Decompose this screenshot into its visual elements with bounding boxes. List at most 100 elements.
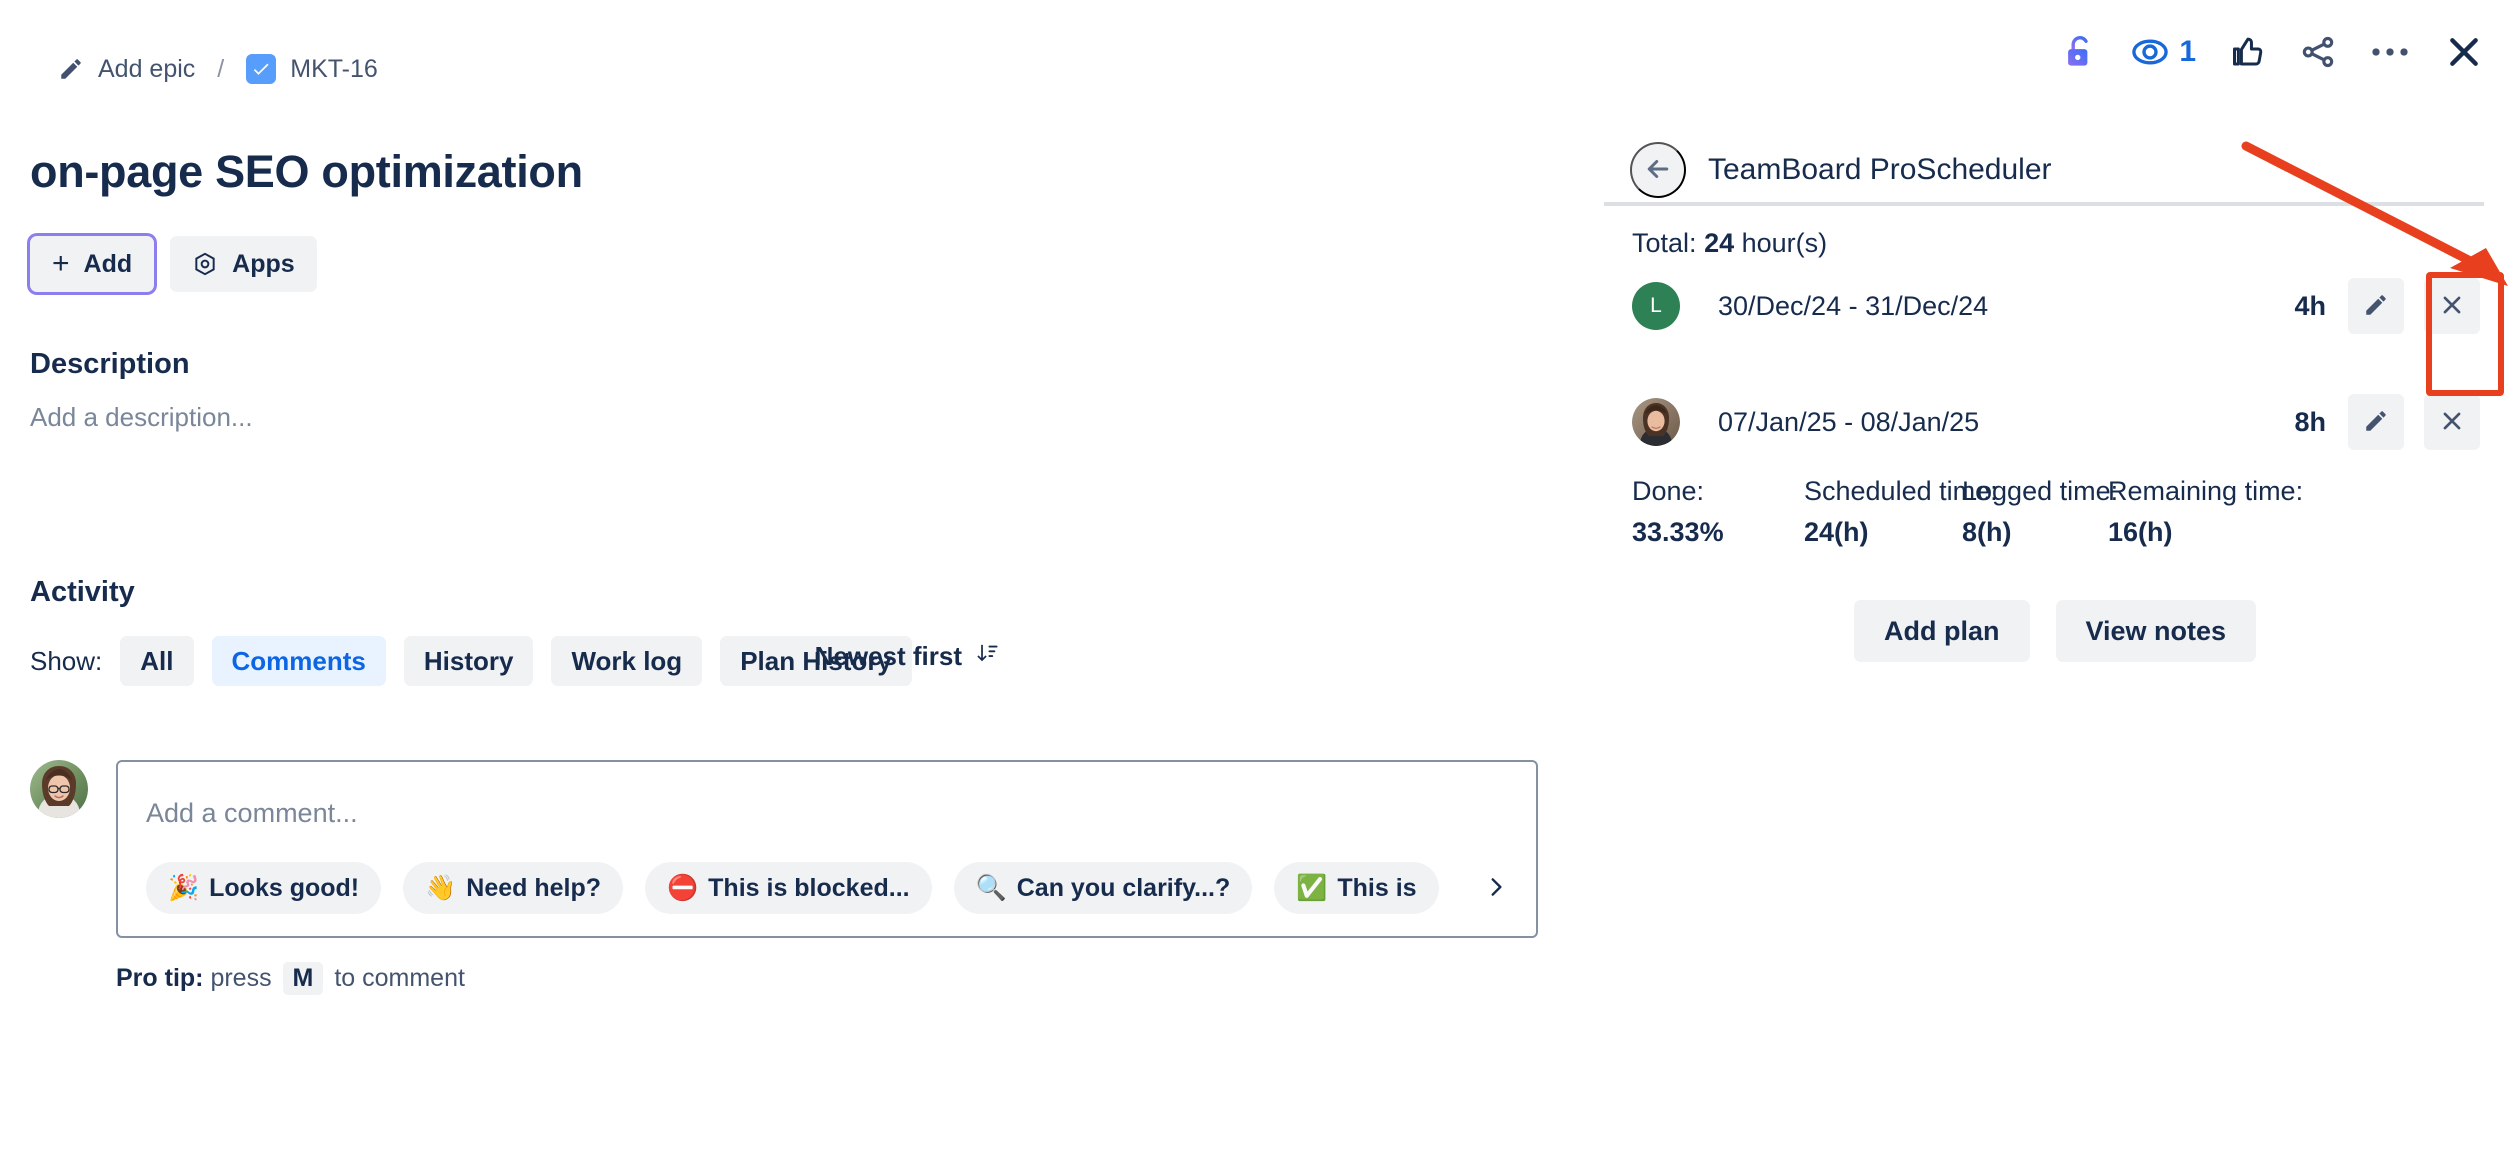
plan-date-range: 07/Jan/25 - 08/Jan/25 xyxy=(1718,406,1980,437)
sort-descending-icon xyxy=(974,640,1000,673)
stat-label: Scheduled time: xyxy=(1804,476,1998,506)
stat-value: 16(h) xyxy=(2108,517,2173,547)
delete-plan-button[interactable] xyxy=(2424,394,2480,450)
description-heading: Description xyxy=(30,348,190,380)
page-title: on-page SEO optimization xyxy=(30,146,583,197)
chip-this-is-done[interactable]: ✅ This is xyxy=(1274,862,1439,914)
total-value: 24 xyxy=(1704,228,1735,258)
chip-label: Looks good! xyxy=(209,873,360,902)
pro-tip-mid: press xyxy=(210,964,272,992)
issue-main-column: Add epic / MKT-16 on-page SEO optimizati… xyxy=(0,0,1600,1166)
tab-history[interactable]: History xyxy=(403,636,534,686)
total-hours-line: Total: 24 hour(s) xyxy=(1632,228,1827,259)
issue-action-buttons: + Add Apps xyxy=(30,236,317,292)
plan-stats: Done: 33.33% Scheduled time: 24(h) Logge… xyxy=(1632,476,2303,548)
stat-label: Logged time: xyxy=(1962,476,2119,506)
activity-filter-row: Show: All Comments History Work log Plan… xyxy=(30,636,912,686)
chips-fade-mask xyxy=(1448,858,1470,918)
chip-label: Can you clarify...? xyxy=(1016,873,1231,902)
magnifier-icon: 🔍 xyxy=(975,873,1007,902)
edit-plan-button[interactable] xyxy=(2348,394,2404,450)
view-notes-button[interactable]: View notes xyxy=(2055,600,2257,662)
comment-placeholder: Add a comment... xyxy=(146,798,358,828)
close-x-icon xyxy=(2439,292,2465,321)
tab-all[interactable]: All xyxy=(120,636,194,686)
plan-hours: 8h xyxy=(2294,406,2326,437)
chip-label: Need help? xyxy=(466,873,602,902)
activity-heading: Activity xyxy=(30,576,135,608)
breadcrumb-issue-key[interactable]: MKT-16 xyxy=(246,54,378,84)
breadcrumb-issue-key-label: MKT-16 xyxy=(290,54,378,83)
no-entry-icon: ⛔ xyxy=(667,873,699,902)
issue-detail-screen: Add epic / MKT-16 on-page SEO optimizati… xyxy=(0,0,2514,1166)
quick-reply-chips: 🎉 Looks good! 👋 Need help? ⛔ This is blo… xyxy=(146,862,1439,914)
chip-looks-good[interactable]: 🎉 Looks good! xyxy=(146,862,382,914)
pro-tip-suffix: to comment xyxy=(334,964,465,992)
plan-row: L 30/Dec/24 - 31/Dec/24 4h xyxy=(1632,278,2512,334)
apps-button[interactable]: Apps xyxy=(170,236,317,292)
stat-label: Done: xyxy=(1632,476,1705,506)
add-button[interactable]: + Add xyxy=(30,236,155,292)
pro-tip: Pro tip: press M to comment xyxy=(116,962,465,995)
chips-next-button[interactable] xyxy=(1470,862,1522,914)
arrow-left-icon xyxy=(1643,154,1673,187)
avatar: L xyxy=(1632,282,1680,330)
tab-comments[interactable]: Comments xyxy=(211,636,386,686)
panel-title: TeamBoard ProScheduler xyxy=(1708,153,2052,186)
chip-label: This is xyxy=(1337,873,1417,902)
chip-need-help[interactable]: 👋 Need help? xyxy=(403,862,624,914)
chip-can-you-clarify[interactable]: 🔍 Can you clarify...? xyxy=(953,862,1253,914)
add-button-label: Add xyxy=(83,249,133,278)
teamboard-panel: TeamBoard ProScheduler Total: 24 hour(s)… xyxy=(1604,0,2514,1166)
chevron-right-icon xyxy=(1483,874,1509,903)
chip-label: This is blocked... xyxy=(708,873,910,902)
comment-input-box[interactable]: Add a comment... 🎉 Looks good! 👋 Need he… xyxy=(116,760,1538,938)
pro-tip-prefix: Pro tip: xyxy=(116,964,204,992)
pencil-icon xyxy=(2363,408,2389,437)
edit-plan-button[interactable] xyxy=(2348,278,2404,334)
avatar xyxy=(1632,398,1680,446)
plan-date-range: 30/Dec/24 - 31/Dec/24 xyxy=(1718,290,1989,321)
breadcrumb-separator: / xyxy=(217,54,225,83)
add-plan-button[interactable]: Add plan xyxy=(1854,600,2030,662)
keyboard-shortcut-key: M xyxy=(282,962,324,995)
pencil-icon xyxy=(58,56,84,82)
stat-value: 24(h) xyxy=(1804,517,1869,547)
delete-plan-button[interactable] xyxy=(2424,278,2480,334)
plan-row: 07/Jan/25 - 08/Jan/25 8h xyxy=(1632,394,2512,450)
description-placeholder[interactable]: Add a description... xyxy=(30,402,253,433)
total-suffix: hour(s) xyxy=(1741,228,1828,258)
pencil-icon xyxy=(2363,292,2389,321)
apps-hexagon-icon xyxy=(192,251,218,277)
breadcrumb-add-epic[interactable]: Add epic xyxy=(58,55,195,84)
sort-order-label: Newest first xyxy=(814,641,962,671)
party-popper-icon: 🎉 xyxy=(168,873,200,902)
waving-hand-icon: 👋 xyxy=(425,873,457,902)
task-check-icon xyxy=(246,54,277,84)
stat-logged-time: Logged time: 8(h) xyxy=(1962,476,2119,548)
comment-composer-area: Add a comment... 🎉 Looks good! 👋 Need he… xyxy=(30,760,1538,938)
plan-hours: 4h xyxy=(2294,290,2326,321)
plus-icon: + xyxy=(52,247,70,280)
check-mark-button-icon: ✅ xyxy=(1296,873,1328,902)
stat-label: Remaining time: xyxy=(2108,476,2304,506)
chip-this-is-blocked[interactable]: ⛔ This is blocked... xyxy=(645,862,932,914)
total-prefix: Total: xyxy=(1632,228,1697,258)
tab-work-log[interactable]: Work log xyxy=(551,636,703,686)
stat-value: 8(h) xyxy=(1962,517,2012,547)
panel-action-buttons: Add plan View notes xyxy=(1854,600,2257,662)
stat-done: Done: 33.33% xyxy=(1632,476,1804,548)
show-label: Show: xyxy=(30,645,103,676)
breadcrumb: Add epic / MKT-16 xyxy=(58,54,378,84)
breadcrumb-epic-label: Add epic xyxy=(98,54,196,83)
sort-order-control[interactable]: Newest first xyxy=(815,640,1000,673)
panel-divider xyxy=(1604,202,2484,206)
close-x-icon xyxy=(2439,408,2465,437)
avatar-initial: L xyxy=(1650,294,1662,317)
panel-back-button[interactable] xyxy=(1630,142,1686,198)
stat-remaining-time: Remaining time: 16(h) xyxy=(2108,476,2303,548)
apps-button-label: Apps xyxy=(232,249,295,278)
panel-header: TeamBoard ProScheduler xyxy=(1630,142,2052,198)
stat-scheduled-time: Scheduled time: 24(h) xyxy=(1804,476,1998,548)
avatar xyxy=(30,760,88,818)
